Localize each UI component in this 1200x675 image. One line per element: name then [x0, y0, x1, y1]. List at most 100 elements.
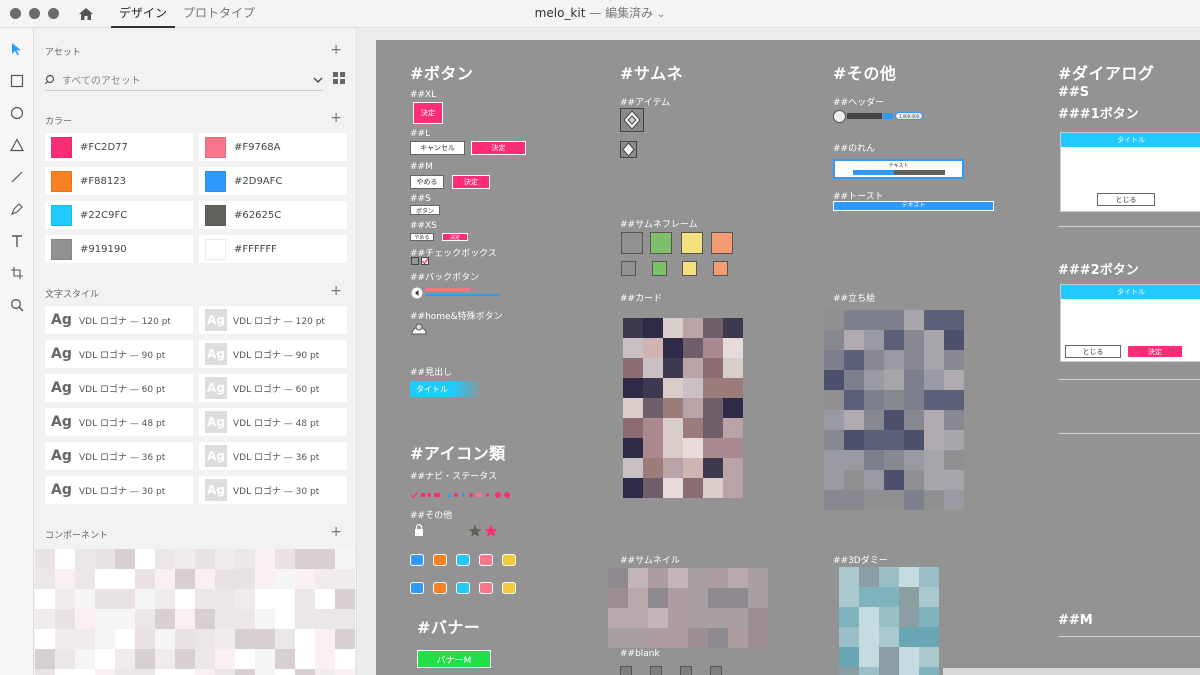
- mosaic-cell: [688, 568, 708, 588]
- checkbox-icon[interactable]: [411, 257, 431, 265]
- component-thumbnails[interactable]: [35, 549, 356, 675]
- polygon-tool-icon[interactable]: [0, 129, 34, 161]
- blank-frames: [620, 666, 760, 675]
- header-bar-primary: [847, 113, 882, 119]
- add-component-plus-icon[interactable]: +: [330, 525, 342, 539]
- text-style-item[interactable]: Ag VDL ロゴナ — 36 pt: [45, 442, 193, 470]
- chevron-down-icon[interactable]: ⌄: [657, 9, 665, 20]
- add-text-style-plus-icon[interactable]: +: [330, 284, 342, 298]
- m-ok-button[interactable]: 決定: [452, 175, 490, 189]
- mosaic-cell: [75, 609, 95, 629]
- mosaic-cell: [95, 669, 115, 675]
- m-stop-button[interactable]: やめる: [410, 175, 444, 189]
- mosaic-cell: [723, 318, 743, 338]
- l-ok-button[interactable]: 決定: [471, 141, 526, 155]
- app-window: デザイン プロトタイプ melo_kit — 編集済み ⌄ アセット + すべて…: [0, 0, 1200, 675]
- artboard[interactable]: #ボタン ##XL 決定 ##L キャンセル 決定 ##M やめる 決定 ##S…: [376, 40, 1200, 675]
- tab-prototype[interactable]: プロトタイプ: [175, 0, 263, 28]
- color-swatch[interactable]: #2D9AFC: [199, 167, 347, 195]
- mosaic-cell: [824, 490, 844, 510]
- mosaic-cell: [295, 649, 315, 669]
- dialog-ok-button[interactable]: 決定: [1127, 345, 1183, 358]
- mosaic-cell: [683, 458, 703, 478]
- search-input[interactable]: すべてのアセット: [62, 72, 313, 87]
- close-window-button[interactable]: [10, 8, 21, 19]
- mosaic-cell: [683, 438, 703, 458]
- rectangle-tool-icon[interactable]: [0, 65, 34, 97]
- mosaic-cell: [295, 609, 315, 629]
- mosaic-cell: [115, 649, 135, 669]
- text-style-item[interactable]: Ag VDL ロゴナ — 90 pt: [45, 340, 193, 368]
- color-swatch[interactable]: #62625C: [199, 201, 347, 229]
- mosaic-cell: [235, 569, 255, 589]
- line-tool-icon[interactable]: [0, 161, 34, 193]
- color-swatch[interactable]: #FFFFFF: [199, 235, 347, 263]
- zoom-window-button[interactable]: [48, 8, 59, 19]
- grid-view-icon[interactable]: [333, 72, 345, 84]
- color-swatch[interactable]: #919190: [45, 235, 193, 263]
- home-icon[interactable]: [77, 5, 95, 23]
- pen-tool-icon[interactable]: [0, 193, 34, 225]
- text-style-item[interactable]: Ag VDL ロゴナ — 48 pt: [199, 408, 347, 436]
- text-style-item[interactable]: Ag VDL ロゴナ — 120 pt: [199, 306, 347, 334]
- mosaic-cell: [648, 588, 668, 608]
- colors-title: カラー: [45, 117, 73, 127]
- banner-m[interactable]: バナーM: [417, 650, 491, 668]
- text-style-item[interactable]: Ag VDL ロゴナ — 60 pt: [199, 374, 347, 402]
- text-style-item[interactable]: Ag VDL ロゴナ — 30 pt: [199, 476, 347, 504]
- color-hex-label: #62625C: [234, 209, 282, 221]
- ellipse-tool-icon[interactable]: [0, 97, 34, 129]
- minimize-window-button[interactable]: [29, 8, 40, 19]
- mosaic-cell: [75, 569, 95, 589]
- mosaic-cell: [623, 478, 643, 498]
- dialog-close-button[interactable]: とじる: [1097, 193, 1155, 206]
- mosaic-cell: [35, 649, 55, 669]
- text-style-item[interactable]: Ag VDL ロゴナ — 90 pt: [199, 340, 347, 368]
- artboard-tool-icon[interactable]: [0, 257, 34, 289]
- select-tool-icon[interactable]: [0, 33, 34, 65]
- text-style-item[interactable]: Ag VDL ロゴナ — 120 pt: [45, 306, 193, 334]
- color-swatch[interactable]: #F88123: [45, 167, 193, 195]
- add-color-plus-icon[interactable]: +: [330, 111, 342, 125]
- design-canvas[interactable]: #ボタン ##XL 決定 ##L キャンセル 決定 ##M やめる 決定 ##S…: [358, 29, 1200, 675]
- color-swatch[interactable]: #FC2D77: [45, 133, 193, 161]
- mosaic-cell: [643, 438, 663, 458]
- mosaic-cell: [55, 549, 75, 569]
- dialog-one-button: タイトル とじる: [1060, 132, 1200, 212]
- mosaic-cell: [944, 390, 964, 410]
- text-style-item[interactable]: Ag VDL ロゴナ — 48 pt: [45, 408, 193, 436]
- text-style-item[interactable]: Ag VDL ロゴナ — 30 pt: [45, 476, 193, 504]
- zoom-tool-icon[interactable]: [0, 289, 34, 321]
- mosaic-cell: [255, 609, 275, 629]
- xs-ok-button[interactable]: 決定: [442, 233, 468, 241]
- back-button[interactable]: [411, 284, 499, 299]
- l-cancel-button[interactable]: キャンセル: [410, 141, 465, 155]
- mosaic-cell: [723, 338, 743, 358]
- text-tool-icon[interactable]: [0, 225, 34, 257]
- mosaic-cell: [275, 549, 295, 569]
- mosaic-cell: [703, 438, 723, 458]
- home-special-button-icon[interactable]: [410, 320, 428, 336]
- s-button[interactable]: ボタン: [410, 205, 440, 215]
- chevron-down-icon[interactable]: [313, 76, 323, 84]
- mosaic-cell: [708, 588, 728, 608]
- dialog-close-button[interactable]: とじる: [1065, 345, 1121, 358]
- mosaic-cell: [884, 490, 904, 510]
- xs-stop-button[interactable]: やめる: [410, 233, 434, 241]
- mosaic-cell: [275, 629, 295, 649]
- assets-panel: アセット + すべてのアセット カラー + #FC2D77 #F9768A #F88…: [35, 29, 357, 675]
- mosaic-cell: [648, 628, 668, 648]
- add-asset-plus-icon[interactable]: +: [330, 43, 342, 57]
- header-component: 1,000,000: [833, 110, 923, 124]
- mosaic-cell: [703, 318, 723, 338]
- blank-frame: [620, 666, 632, 675]
- mosaic-cell: [628, 628, 648, 648]
- asset-search[interactable]: すべてのアセット: [45, 69, 323, 91]
- color-swatch[interactable]: #F9768A: [199, 133, 347, 161]
- text-style-item[interactable]: Ag VDL ロゴナ — 60 pt: [45, 374, 193, 402]
- tab-design[interactable]: デザイン: [111, 0, 176, 28]
- text-style-item[interactable]: Ag VDL ロゴナ — 36 pt: [199, 442, 347, 470]
- xl-ok-button[interactable]: 決定: [413, 102, 443, 124]
- color-swatch[interactable]: #22C9FC: [45, 201, 193, 229]
- xs-label: ##XS: [410, 221, 437, 231]
